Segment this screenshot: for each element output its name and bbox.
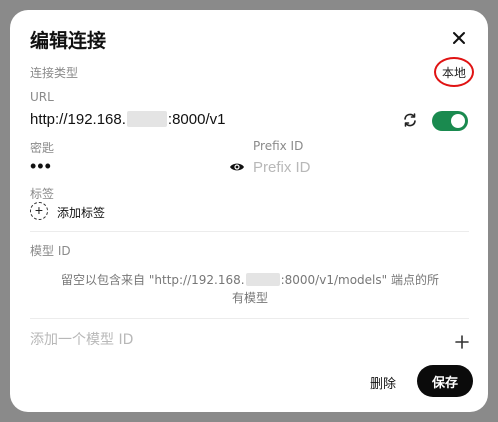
refresh-icon[interactable]: [402, 112, 418, 128]
url-value-prefix: http://192.168.: [30, 111, 126, 128]
background-overlay: [0, 10, 10, 20]
prefix-id-label: Prefix ID: [253, 139, 304, 153]
delete-button[interactable]: 删除: [360, 371, 406, 393]
connection-type-label: 连接类型: [30, 66, 79, 80]
empty-note-prefix: 留空以包含来自 "http://192.168.: [61, 273, 245, 287]
key-label: 密匙: [30, 141, 55, 155]
add-tag-label: 添加标签: [57, 206, 106, 220]
url-enabled-toggle[interactable]: [432, 111, 468, 131]
model-id-label: 模型 ID: [30, 244, 71, 258]
url-value-suffix: :8000/v1: [167, 111, 226, 128]
close-icon[interactable]: [450, 29, 468, 47]
redacted-block: [245, 273, 280, 286]
tags-label: 标签: [30, 187, 55, 201]
redacted-block: [126, 111, 167, 127]
save-button[interactable]: 保存: [417, 365, 473, 397]
add-model-id-input[interactable]: [30, 330, 430, 350]
empty-note-line2: 有模型: [231, 291, 268, 305]
toggle-knob: [451, 114, 465, 128]
prefix-id-input[interactable]: [253, 157, 453, 177]
edit-connection-dialog: 编辑连接 连接类型 本地 URL http://192.168. :8000/v1…: [10, 10, 488, 412]
url-label: URL: [30, 90, 54, 104]
model-id-empty-note: 留空以包含来自 "http://192.168. :8000/v1/models"…: [60, 271, 440, 307]
divider: [30, 318, 469, 319]
plus-icon[interactable]: [455, 332, 469, 352]
plus-circle-icon: +: [30, 202, 48, 220]
key-input[interactable]: •••: [30, 156, 52, 177]
empty-note-middle: :8000/v1/models" 端点的所: [280, 273, 439, 287]
eye-icon[interactable]: [229, 160, 245, 174]
connection-type-value[interactable]: 本地: [434, 64, 474, 81]
url-field[interactable]: http://192.168. :8000/v1: [30, 111, 225, 128]
dialog-title: 编辑连接: [30, 30, 107, 52]
divider: [30, 231, 469, 232]
